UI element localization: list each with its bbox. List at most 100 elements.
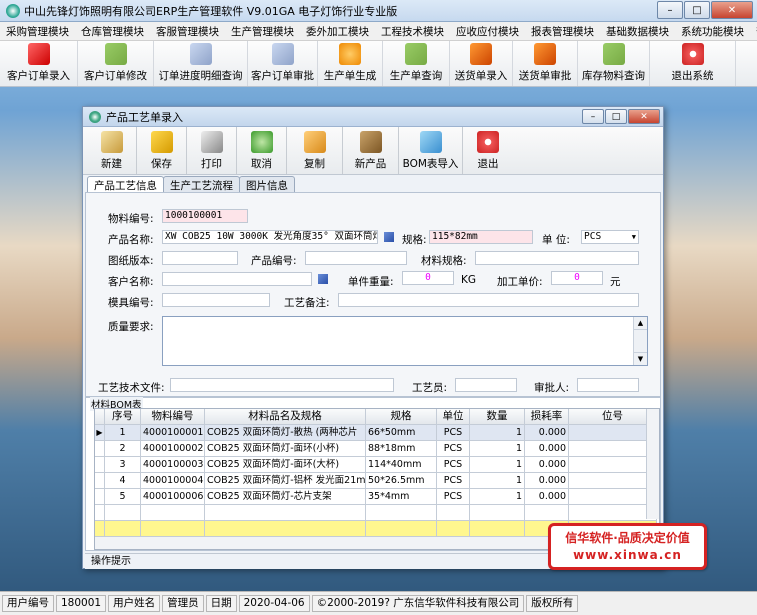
menu-system[interactable]: 系统功能模块 (675, 24, 750, 39)
menu-customer-service[interactable]: 客服管理模块 (150, 24, 225, 39)
bom-import-button[interactable]: BOM表导入 (399, 127, 463, 174)
new-button[interactable]: 新建 (87, 127, 137, 174)
menu-reports[interactable]: 报表管理模块 (525, 24, 600, 39)
menu-engineering[interactable]: 工程技术模块 (375, 24, 450, 39)
order-progress-button[interactable]: 订单进度明细查询 (154, 41, 248, 86)
cell-unit[interactable]: PCS (437, 425, 470, 441)
cell-code[interactable]: 4000100004 (141, 473, 205, 489)
scroll-up-icon[interactable]: ▲ (634, 317, 647, 330)
menu-outsourcing[interactable]: 委外加工模块 (300, 24, 375, 39)
child-maximize-button[interactable]: □ (605, 109, 627, 124)
approver-field[interactable] (577, 378, 639, 392)
cell-unit[interactable]: PCS (437, 489, 470, 505)
cell-name[interactable]: COB25 双面环筒灯-芯片支架 (205, 489, 366, 505)
weight-field[interactable]: 0 (402, 271, 454, 285)
new-product-button[interactable]: 新产品 (343, 127, 399, 174)
close-button[interactable]: ✕ (711, 1, 753, 19)
techfile-field[interactable] (170, 378, 394, 392)
cell-spec[interactable]: 114*40mm (366, 457, 437, 473)
menu-production[interactable]: 生产管理模块 (225, 24, 300, 39)
cell-code[interactable]: 4000100002 (141, 441, 205, 457)
cell-loss[interactable]: 0.000 (525, 473, 569, 489)
cell-position[interactable] (569, 425, 657, 441)
cell-unit[interactable]: PCS (437, 473, 470, 489)
cell-position[interactable] (569, 505, 657, 521)
name-field[interactable]: XW COB25 10W 3000K 发光角度35° 双面环筒灯 (162, 230, 378, 244)
price-field[interactable]: 0 (551, 271, 603, 285)
exit-system-button[interactable]: 退出系统 (650, 41, 736, 86)
cell-name[interactable]: COB25 双面环筒灯-散热 (两种芯片 (205, 425, 366, 441)
cell-spec[interactable]: 50*26.5mm (366, 473, 437, 489)
minimize-button[interactable]: – (657, 1, 683, 19)
inventory-query-button[interactable]: 库存物料查询 (578, 41, 650, 86)
col-unit[interactable]: 单位 (437, 409, 470, 425)
col-loss[interactable]: 损耗率 (525, 409, 569, 425)
cell-qty[interactable]: 1 (470, 457, 525, 473)
cell-qty[interactable] (470, 505, 525, 521)
cell-position[interactable] (569, 457, 657, 473)
cell-seq[interactable]: 5 (105, 489, 141, 505)
child-minimize-button[interactable]: – (582, 109, 604, 124)
order-entry-button[interactable]: 客户订单录入 (0, 41, 78, 86)
menu-finance[interactable]: 应收应付模块 (450, 24, 525, 39)
cell-seq[interactable]: 1 (105, 425, 141, 441)
memo-scrollbar[interactable]: ▲ ▼ (633, 317, 647, 365)
grid-vertical-scrollbar[interactable] (646, 409, 659, 519)
tab-process-flow[interactable]: 生产工艺流程 (163, 176, 240, 192)
col-position[interactable]: 位号 (569, 409, 657, 425)
table-row[interactable]: 4 4000100004 COB25 双面环筒灯-铝杯 发光面21mm 50*2… (95, 473, 657, 489)
tab-process-info[interactable]: 产品工艺信息 (87, 176, 164, 192)
menu-warehouse[interactable]: 仓库管理模块 (75, 24, 150, 39)
cell-seq[interactable] (105, 505, 141, 521)
lookup-icon[interactable] (318, 274, 328, 284)
exit-button[interactable]: 退出 (463, 127, 513, 174)
unit-select[interactable]: PCS (581, 230, 639, 244)
col-seq[interactable]: 序号 (105, 409, 141, 425)
cell-qty[interactable]: 1 (470, 425, 525, 441)
material-spec-field[interactable] (475, 251, 639, 265)
cancel-button[interactable]: 取消 (237, 127, 287, 174)
cell-seq[interactable]: 2 (105, 441, 141, 457)
table-row[interactable]: 2 4000100002 COB25 双面环筒灯-面环(小杯) 88*18mm … (95, 441, 657, 457)
table-row[interactable] (95, 505, 657, 521)
save-button[interactable]: 保存 (137, 127, 187, 174)
mold-field[interactable] (162, 293, 270, 307)
col-spec[interactable]: 规格 (366, 409, 437, 425)
cell-position[interactable] (569, 441, 657, 457)
tab-images[interactable]: 图片信息 (239, 176, 295, 192)
cell-code[interactable] (141, 505, 205, 521)
col-code[interactable]: 物料编号 (141, 409, 205, 425)
cell-code[interactable]: 4000100003 (141, 457, 205, 473)
maximize-button[interactable]: □ (684, 1, 710, 19)
scroll-down-icon[interactable]: ▼ (634, 352, 647, 365)
cell-qty[interactable]: 1 (470, 441, 525, 457)
cell-loss[interactable]: 0.000 (525, 441, 569, 457)
cell-name[interactable]: COB25 双面环筒灯-面环(大杯) (205, 457, 366, 473)
code-field[interactable]: 1000100001 (162, 209, 248, 223)
cell-loss[interactable]: 0.000 (525, 425, 569, 441)
menu-help[interactable]: 帮助 (750, 24, 757, 39)
remark-field[interactable] (338, 293, 639, 307)
cell-unit[interactable] (437, 505, 470, 521)
delivery-approve-button[interactable]: 送货单审批 (513, 41, 578, 86)
cell-qty[interactable]: 1 (470, 489, 525, 505)
child-close-button[interactable]: ✕ (628, 109, 660, 124)
copy-button[interactable]: 复制 (287, 127, 343, 174)
order-approve-button[interactable]: 客户订单审批 (248, 41, 318, 86)
craftsman-field[interactable] (455, 378, 517, 392)
cell-code[interactable]: 4000100006 (141, 489, 205, 505)
cell-seq[interactable]: 4 (105, 473, 141, 489)
cell-loss[interactable]: 0.000 (525, 457, 569, 473)
order-edit-button[interactable]: 客户订单修改 (78, 41, 154, 86)
production-query-button[interactable]: 生产单查询 (383, 41, 450, 86)
menu-purchase[interactable]: 采购管理模块 (0, 24, 75, 39)
menu-basic-data[interactable]: 基础数据模块 (600, 24, 675, 39)
cell-code[interactable]: 4000100001 (141, 425, 205, 441)
cell-loss[interactable]: 0.000 (525, 489, 569, 505)
table-row[interactable]: ▶ 1 4000100001 COB25 双面环筒灯-散热 (两种芯片 66*5… (95, 425, 657, 441)
cell-seq[interactable]: 3 (105, 457, 141, 473)
table-row[interactable]: 5 4000100006 COB25 双面环筒灯-芯片支架 35*4mm PCS… (95, 489, 657, 505)
lookup-icon[interactable] (384, 232, 394, 242)
cell-unit[interactable]: PCS (437, 441, 470, 457)
cell-spec[interactable]: 66*50mm (366, 425, 437, 441)
